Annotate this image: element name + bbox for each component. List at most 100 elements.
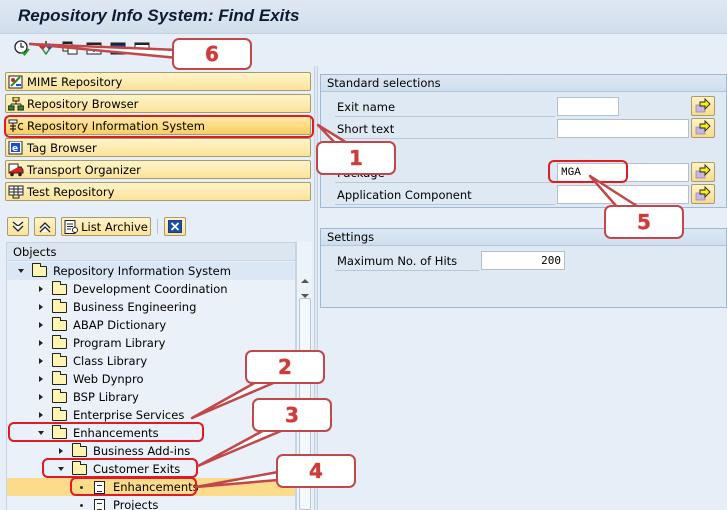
expanded-node-icon bbox=[18, 269, 24, 273]
folder-icon bbox=[49, 298, 69, 313]
expand-all-icon bbox=[12, 220, 24, 232]
repository-browser-button[interactable]: Repository Browser bbox=[5, 94, 311, 113]
callout-4: 4 bbox=[276, 454, 356, 488]
folder-icon bbox=[51, 316, 67, 331]
collapsed-node-icon bbox=[39, 286, 43, 292]
exit-name-multiple-selection-button[interactable] bbox=[691, 96, 715, 116]
folder-icon bbox=[49, 406, 69, 421]
application-component-multiple-selection-button[interactable] bbox=[691, 184, 715, 204]
expanded-node-icon[interactable] bbox=[15, 269, 27, 273]
tree-item-label: Projects bbox=[113, 498, 159, 510]
collapsed-node-icon[interactable] bbox=[35, 376, 47, 382]
tag-browser-icon: e bbox=[8, 140, 23, 154]
list-archive-button[interactable]: List Archive bbox=[61, 217, 151, 236]
test-repository-icon bbox=[8, 185, 24, 198]
open-folder-icon bbox=[29, 262, 49, 277]
scroll-up-icon[interactable] bbox=[300, 276, 310, 286]
copy-window-icon[interactable] bbox=[62, 40, 78, 56]
folder-icon bbox=[51, 298, 67, 313]
collapsed-node-icon bbox=[39, 376, 43, 382]
short-text-input[interactable] bbox=[557, 119, 689, 138]
collapsed-node-icon[interactable] bbox=[35, 412, 47, 418]
field-underline bbox=[335, 138, 555, 139]
tag-browser-button[interactable]: e Tag Browser bbox=[5, 138, 311, 157]
tree-item-label: Development Coordination bbox=[73, 282, 228, 296]
test-repository-button[interactable]: Test Repository bbox=[5, 182, 311, 201]
list-archive-icon bbox=[64, 219, 79, 234]
application-toolbar bbox=[0, 34, 727, 66]
collapsed-node-icon[interactable] bbox=[35, 358, 47, 364]
tree-item[interactable]: Repository Information System bbox=[7, 262, 295, 280]
max-hits-input[interactable] bbox=[481, 251, 565, 270]
field-underline bbox=[335, 204, 555, 205]
folder-icon bbox=[51, 352, 67, 367]
callout-3: 3 bbox=[252, 398, 332, 432]
folder-icon bbox=[69, 442, 89, 457]
repository-browser-label: Repository Browser bbox=[27, 96, 139, 111]
tree-item-label: Repository Information System bbox=[53, 264, 231, 278]
collapsed-node-icon[interactable] bbox=[35, 304, 47, 310]
toolbar-separator bbox=[157, 219, 158, 234]
list-archive-label: List Archive bbox=[81, 219, 148, 234]
tree-item[interactable]: Development Coordination bbox=[7, 280, 295, 298]
application-component-input[interactable] bbox=[557, 185, 689, 204]
display-icon[interactable] bbox=[110, 40, 126, 56]
svg-text:e: e bbox=[12, 144, 18, 154]
multiple-selection-arrow-icon bbox=[695, 97, 711, 113]
field-underline bbox=[335, 116, 555, 117]
close-tree-button[interactable] bbox=[164, 217, 186, 236]
collapsed-node-icon bbox=[39, 322, 43, 328]
highlight-enhancements-node bbox=[70, 477, 197, 496]
folder-icon bbox=[49, 352, 69, 367]
tree-item[interactable]: Business Engineering bbox=[7, 298, 295, 316]
folder-icon bbox=[51, 280, 67, 295]
insert-icon[interactable] bbox=[86, 40, 102, 56]
document-icon bbox=[93, 498, 105, 510]
tree-item[interactable]: Projects bbox=[7, 496, 295, 510]
transport-organizer-button[interactable]: Transport Organizer bbox=[5, 160, 311, 179]
tag-browser-label: Tag Browser bbox=[27, 140, 97, 155]
standard-selections-title: Standard selections bbox=[321, 75, 726, 92]
leaf-bullet-icon bbox=[75, 503, 87, 507]
folder-icon bbox=[51, 388, 67, 403]
expand-all-button[interactable] bbox=[7, 217, 29, 236]
package-multiple-selection-button[interactable] bbox=[691, 162, 715, 182]
highlight-repository-information-system bbox=[4, 115, 314, 138]
collapsed-node-icon[interactable] bbox=[55, 448, 67, 454]
mime-repository-label: MIME Repository bbox=[27, 74, 123, 89]
collapsed-node-icon bbox=[39, 340, 43, 346]
tree-item-label: Class Library bbox=[73, 354, 148, 368]
field-underline bbox=[335, 270, 479, 271]
folder-icon bbox=[71, 442, 87, 457]
mime-repository-button[interactable]: MIME Repository bbox=[5, 72, 311, 91]
tree-item[interactable]: ABAP Dictionary bbox=[7, 316, 295, 334]
callout-5: 5 bbox=[604, 205, 684, 239]
tree-item-label: BSP Library bbox=[73, 390, 139, 404]
open-folder-icon bbox=[31, 262, 47, 277]
max-hits-row: Maximum No. of Hits bbox=[335, 251, 715, 271]
folder-icon bbox=[49, 388, 69, 403]
document-icon bbox=[89, 498, 109, 510]
page-title: Repository Info System: Find Exits bbox=[18, 6, 300, 25]
hierarchy-icon[interactable] bbox=[38, 40, 54, 56]
folder-icon bbox=[51, 406, 67, 421]
short-text-multiple-selection-button[interactable] bbox=[691, 118, 715, 138]
collapsed-node-icon[interactable] bbox=[35, 394, 47, 400]
repository-browser-icon bbox=[8, 96, 24, 110]
table-icon[interactable] bbox=[134, 40, 150, 56]
collapsed-node-icon bbox=[39, 358, 43, 364]
collapse-all-button[interactable] bbox=[34, 217, 56, 236]
tree-item-label: ABAP Dictionary bbox=[73, 318, 167, 332]
collapse-all-icon bbox=[39, 221, 51, 232]
folder-icon bbox=[51, 370, 67, 385]
tree-item-label: Business Add-ins bbox=[93, 444, 191, 458]
pane-splitter[interactable] bbox=[314, 66, 318, 510]
highlight-enhancements-folder bbox=[8, 422, 204, 442]
collapsed-node-icon[interactable] bbox=[35, 286, 47, 292]
collapsed-node-icon[interactable] bbox=[35, 322, 47, 328]
tree-item-label: Enterprise Services bbox=[73, 408, 185, 422]
short-text-label: Short text bbox=[337, 122, 395, 136]
exit-name-input[interactable] bbox=[557, 97, 619, 116]
execute-clock-icon[interactable] bbox=[14, 40, 30, 56]
collapsed-node-icon[interactable] bbox=[35, 340, 47, 346]
